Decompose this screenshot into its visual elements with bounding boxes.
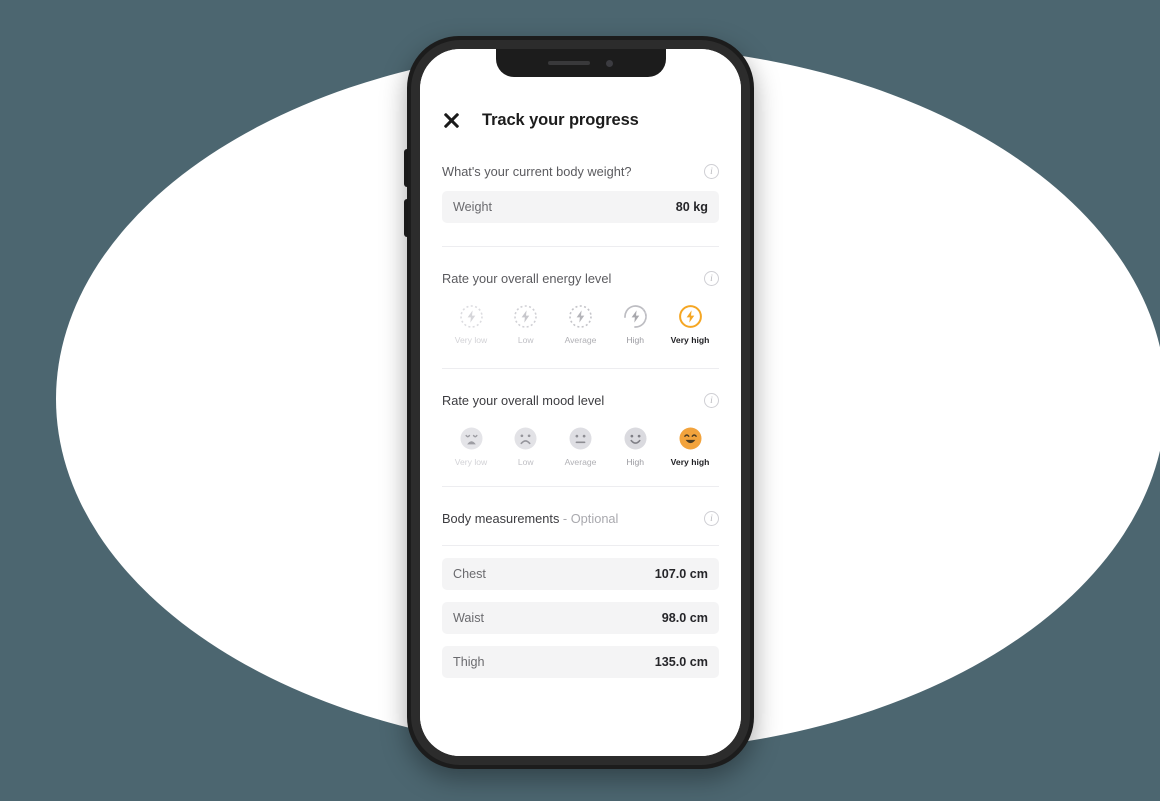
info-icon-weight[interactable]: i <box>704 164 719 179</box>
thigh-row[interactable]: Thigh 135.0 cm <box>442 646 719 678</box>
body-measurements-title-text: Body measurements <box>442 511 560 526</box>
mood-option-very-low[interactable]: Very low <box>445 426 497 467</box>
body-measurement-rows: Chest 107.0 cm Waist 98.0 cm Thigh 135.0… <box>442 558 719 678</box>
info-icon-energy[interactable]: i <box>704 271 719 286</box>
energy-label-very-high: Very high <box>670 335 710 345</box>
phone-notch <box>495 49 666 77</box>
divider-4 <box>442 545 719 546</box>
energy-option-very-high[interactable]: Very high <box>664 304 716 345</box>
mood-rating-scale: Very low Low Average High Very high <box>442 408 719 467</box>
energy-option-very-low[interactable]: Very low <box>445 304 497 345</box>
mood-label-low: Low <box>517 457 534 467</box>
waist-row-value: 98.0 cm <box>661 611 708 625</box>
body-measurements-section-header: Body measurements - Optional i <box>442 487 719 526</box>
energy-label-average: Average <box>564 335 597 345</box>
energy-label-very-low: Very low <box>454 335 488 345</box>
mood-label-high: High <box>626 457 645 467</box>
mood-label-very-low: Very low <box>454 457 488 467</box>
weight-row[interactable]: Weight 80 kg <box>442 191 719 223</box>
weight-row-label: Weight <box>453 200 492 214</box>
chest-row-value: 107.0 cm <box>654 567 708 581</box>
very-happy-face-icon <box>678 426 703 451</box>
mood-option-high[interactable]: High <box>609 426 661 467</box>
mood-label-average: Average <box>564 457 597 467</box>
weight-section-header: What's your current body weight? i <box>442 140 719 179</box>
phone-screen: Track your progress What's your current … <box>420 49 741 756</box>
body-measurements-title: Body measurements - Optional <box>442 511 618 526</box>
volume-up-button[interactable] <box>404 149 408 187</box>
page-title: Track your progress <box>482 111 639 129</box>
sad-face-icon <box>513 426 538 451</box>
very-sad-face-icon <box>459 426 484 451</box>
energy-option-low[interactable]: Low <box>500 304 552 345</box>
energy-option-high[interactable]: High <box>609 304 661 345</box>
speaker-grille-icon <box>548 61 590 65</box>
energy-title: Rate your overall energy level <box>442 271 612 286</box>
bolt-icon-high <box>623 304 648 329</box>
bolt-icon-average <box>568 304 593 329</box>
mood-option-very-high[interactable]: Very high <box>664 426 716 467</box>
front-camera-icon <box>606 59 613 67</box>
waist-row[interactable]: Waist 98.0 cm <box>442 602 719 634</box>
mood-option-low[interactable]: Low <box>500 426 552 467</box>
weight-question: What's your current body weight? <box>442 164 632 179</box>
mood-title: Rate your overall mood level <box>442 393 605 408</box>
info-icon-mood[interactable]: i <box>704 393 719 408</box>
bolt-icon-very-high <box>678 304 703 329</box>
mood-label-very-high: Very high <box>670 457 710 467</box>
neutral-face-icon <box>568 426 593 451</box>
weight-row-value: 80 kg <box>675 200 708 214</box>
happy-face-icon <box>623 426 648 451</box>
waist-row-label: Waist <box>453 611 485 625</box>
thigh-row-value: 135.0 cm <box>654 655 708 669</box>
energy-section-header: Rate your overall energy level i <box>442 247 719 286</box>
bolt-icon-low <box>513 304 538 329</box>
energy-label-low: Low <box>517 335 534 345</box>
volume-down-button[interactable] <box>404 199 408 237</box>
thigh-row-label: Thigh <box>453 655 485 669</box>
energy-option-average[interactable]: Average <box>555 304 607 345</box>
energy-rating-scale: Very low Low Average High Very high <box>442 286 719 345</box>
phone-device-frame: Track your progress What's your current … <box>404 36 754 769</box>
mood-section-header: Rate your overall mood level i <box>442 369 719 408</box>
bolt-icon-very-low <box>459 304 484 329</box>
info-icon-body-measurements[interactable]: i <box>704 511 719 526</box>
app-content: Track your progress What's your current … <box>420 49 741 756</box>
energy-label-high: High <box>626 335 645 345</box>
close-icon[interactable] <box>442 111 461 130</box>
chest-row-label: Chest <box>453 567 486 581</box>
chest-row[interactable]: Chest 107.0 cm <box>442 558 719 590</box>
body-measurements-optional-text: - Optional <box>559 511 619 526</box>
mood-option-average[interactable]: Average <box>555 426 607 467</box>
